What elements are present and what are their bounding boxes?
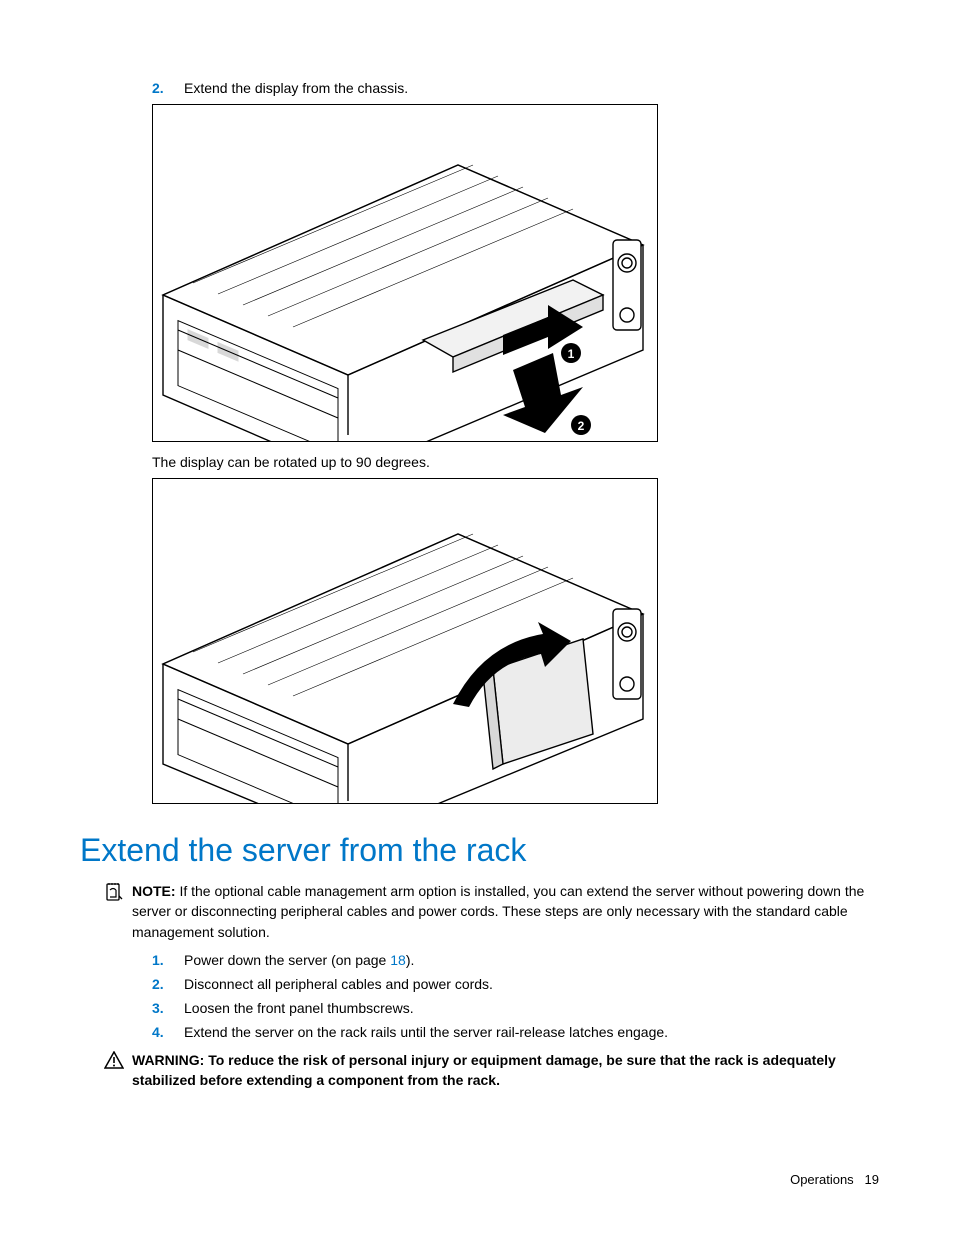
step-number: 3. — [152, 1000, 184, 1016]
step-number: 2. — [152, 976, 184, 992]
page-reference-link[interactable]: 18 — [390, 952, 406, 968]
step-number: 4. — [152, 1024, 184, 1040]
note-text: If the optional cable management arm opt… — [132, 883, 864, 940]
note-label: NOTE: — [132, 883, 176, 899]
note-block: NOTE: If the optional cable management a… — [104, 881, 879, 942]
callout-2: 2 — [571, 415, 591, 435]
step-item: 4. Extend the server on the rack rails u… — [152, 1024, 879, 1040]
section-heading: Extend the server from the rack — [80, 832, 879, 869]
note-body: NOTE: If the optional cable management a… — [132, 881, 879, 942]
figure-caption: The display can be rotated up to 90 degr… — [152, 454, 879, 470]
page-footer: Operations 19 — [790, 1172, 879, 1187]
warning-text: To reduce the risk of personal injury or… — [132, 1052, 836, 1088]
step-item: 1. Power down the server (on page 18). — [152, 952, 879, 968]
step-text: Power down the server (on page 18). — [184, 952, 879, 968]
step-text: Extend the display from the chassis. — [184, 80, 879, 96]
step-item: 2. Extend the display from the chassis. — [152, 80, 879, 96]
figure-extend-display: 1 2 — [152, 104, 658, 442]
warning-label: WARNING: — [132, 1052, 204, 1068]
footer-section: Operations — [790, 1172, 854, 1187]
warning-icon — [104, 1050, 132, 1091]
step-item: 3. Loosen the front panel thumbscrews. — [152, 1000, 879, 1016]
svg-text:1: 1 — [568, 347, 575, 361]
warning-block: WARNING: To reduce the risk of personal … — [104, 1050, 879, 1091]
svg-text:2: 2 — [578, 419, 585, 433]
figure-rotate-display — [152, 478, 658, 804]
step-number: 2. — [152, 80, 184, 96]
step-number: 1. — [152, 952, 184, 968]
step-text: Disconnect all peripheral cables and pow… — [184, 976, 879, 992]
step-text: Loosen the front panel thumbscrews. — [184, 1000, 879, 1016]
callout-1: 1 — [561, 343, 581, 363]
step-text: Extend the server on the rack rails unti… — [184, 1024, 879, 1040]
footer-page-number: 19 — [865, 1172, 879, 1187]
warning-body: WARNING: To reduce the risk of personal … — [132, 1050, 879, 1091]
step-item: 2. Disconnect all peripheral cables and … — [152, 976, 879, 992]
note-icon — [104, 881, 132, 942]
